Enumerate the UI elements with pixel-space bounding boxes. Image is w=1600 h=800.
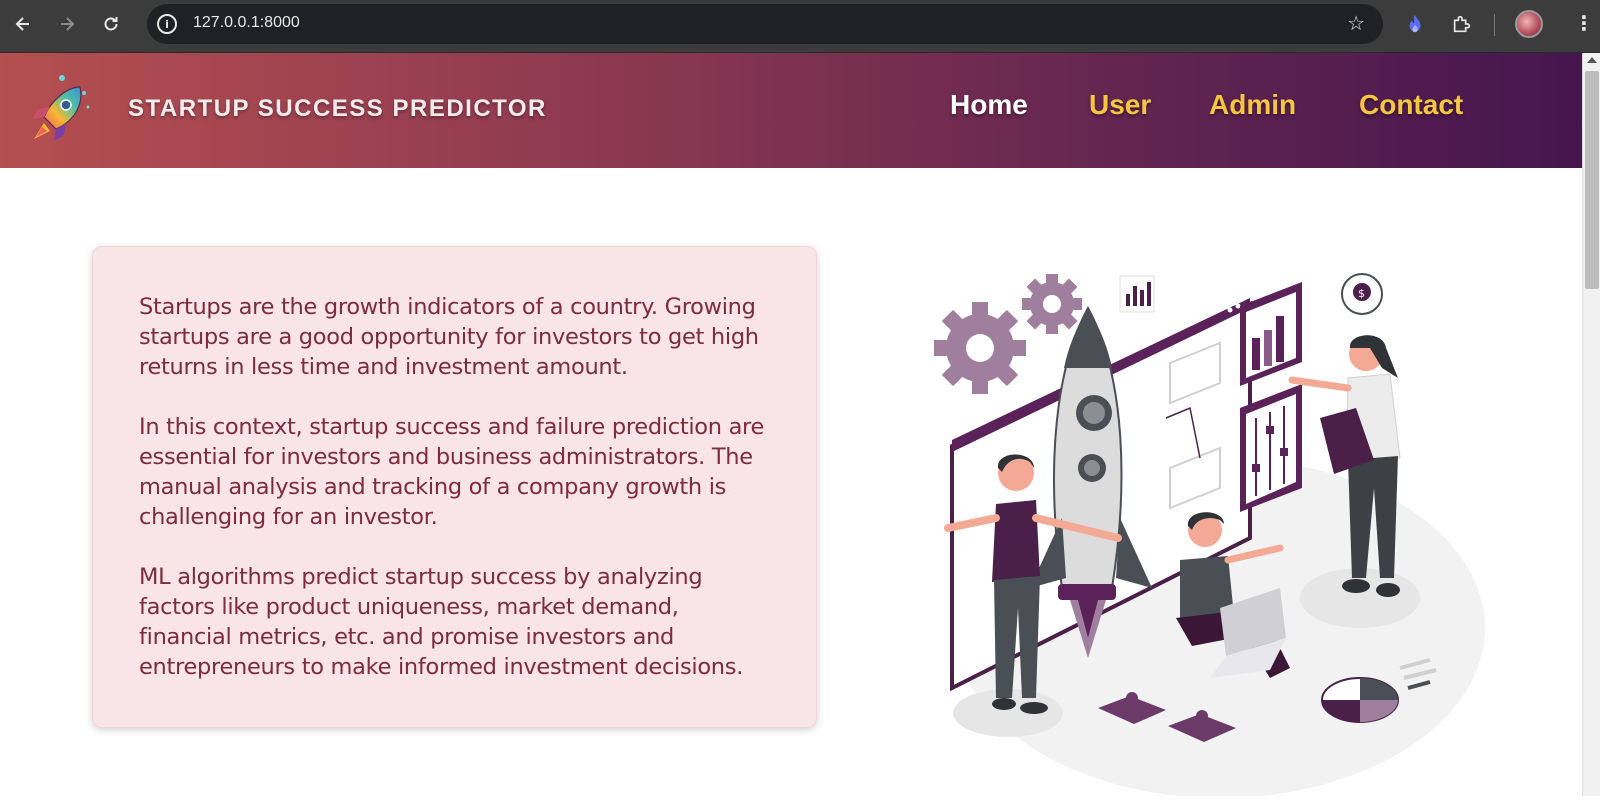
nav-home-link[interactable]: Home (950, 89, 1028, 121)
kebab-menu-icon[interactable]: ⋮ (1574, 12, 1594, 34)
forward-arrow-icon[interactable] (53, 10, 81, 38)
page-scrollbar[interactable] (1582, 53, 1600, 796)
nav-admin-link[interactable]: Admin (1209, 89, 1296, 121)
scroll-up-arrow-icon[interactable] (1587, 57, 1597, 63)
site-info-icon[interactable]: i (157, 14, 177, 34)
nav-contact-link[interactable]: Contact (1359, 89, 1463, 121)
startup-team-illustration: $ (930, 268, 1490, 798)
bookmark-star-icon[interactable]: ☆ (1347, 13, 1365, 33)
url-text[interactable]: 127.0.0.1:8000 (193, 14, 300, 32)
extensions-puzzle-icon[interactable] (1450, 12, 1474, 36)
nav-user-link[interactable]: User (1089, 89, 1151, 121)
intro-card: Startups are the growth indicators of a … (92, 246, 817, 728)
brand-title: STARTUP SUCCESS PREDICTOR (128, 95, 547, 122)
rocket-logo-icon (22, 73, 94, 151)
intro-paragraph-3: ML algorithms predict startup success by… (139, 564, 744, 680)
browser-toolbar: i 127.0.0.1:8000 ☆ ⋮ (0, 0, 1600, 53)
extension-flame-icon[interactable] (1403, 12, 1427, 36)
profile-avatar[interactable] (1515, 10, 1543, 38)
reload-icon[interactable] (97, 10, 125, 38)
intro-paragraph-1: Startups are the growth indicators of a … (139, 294, 759, 380)
site-header: STARTUP SUCCESS PREDICTOR Home User Admi… (0, 53, 1582, 168)
toolbar-separator (1494, 14, 1495, 36)
scroll-thumb[interactable] (1585, 71, 1599, 289)
back-arrow-icon[interactable] (9, 10, 37, 38)
intro-paragraph-2: In this context, startup success and fai… (139, 414, 765, 530)
svg-text:$: $ (1358, 287, 1365, 300)
address-bar[interactable]: i 127.0.0.1:8000 ☆ (147, 4, 1383, 44)
